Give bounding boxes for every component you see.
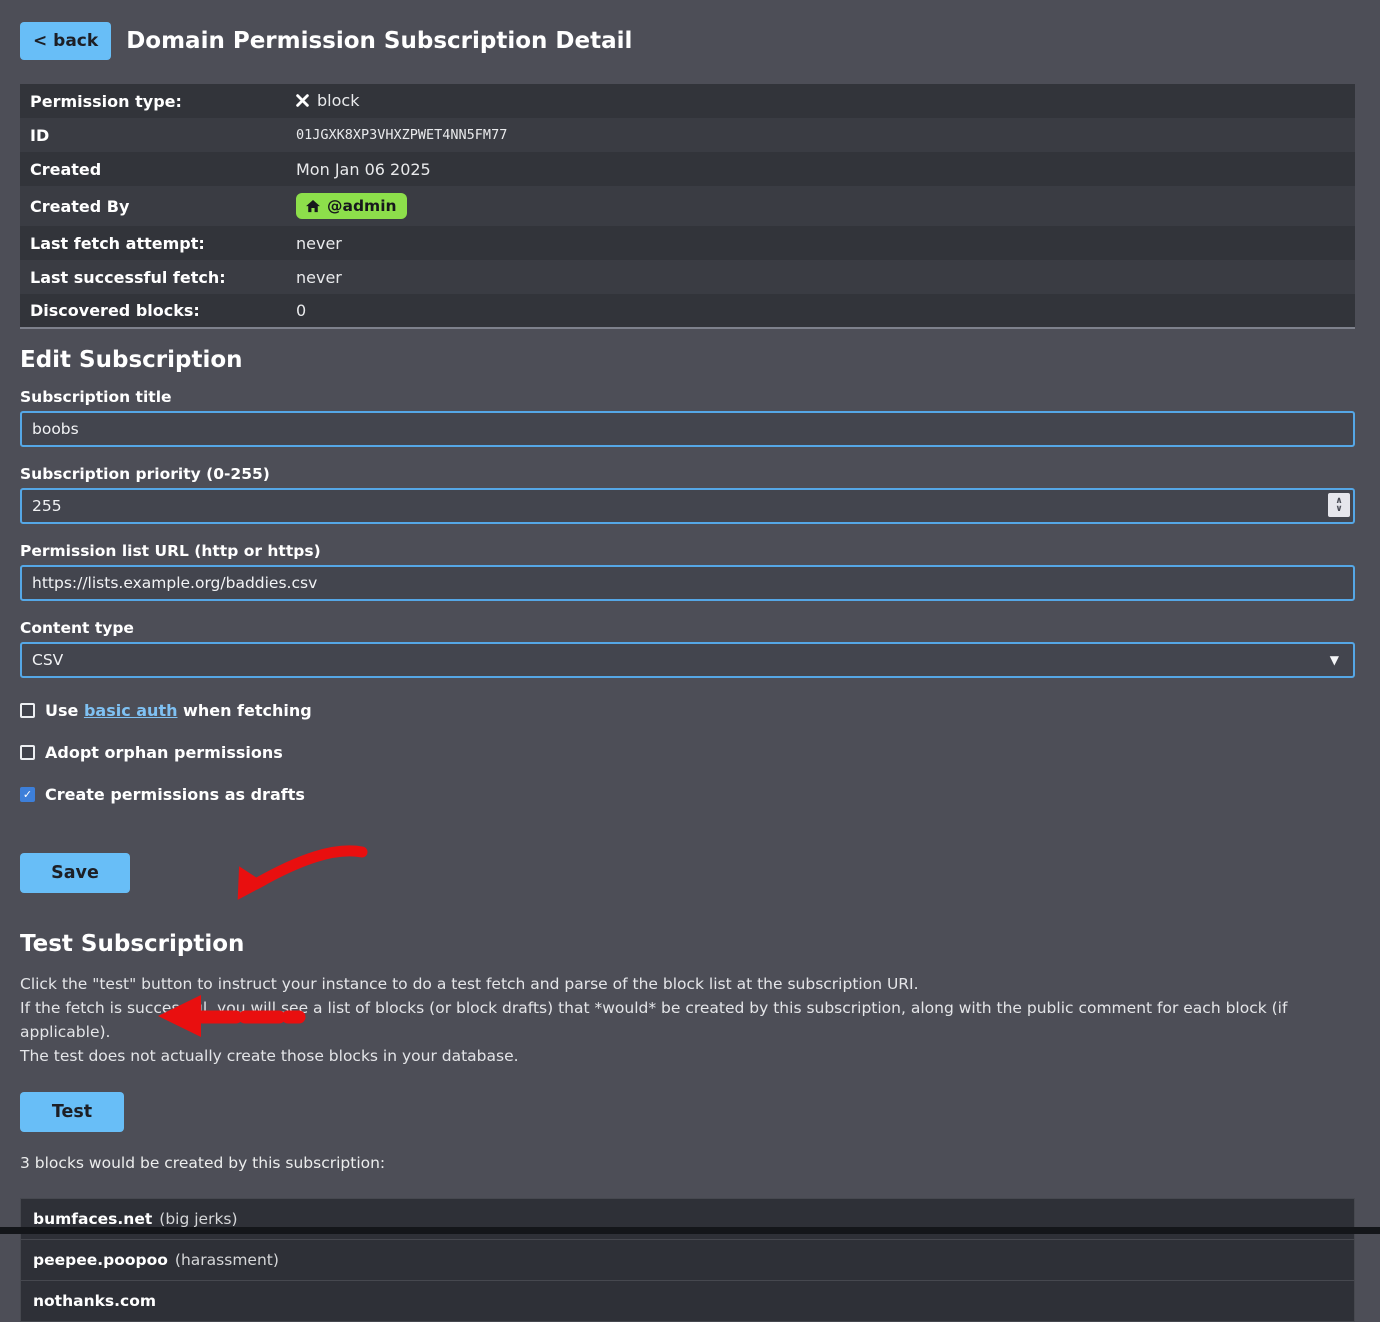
created-by-admin-badge[interactable]: @admin [296,193,407,219]
page-header: < back Domain Permission Subscription De… [20,22,1355,60]
content-type-field: Content type CSV ▼ [20,619,1355,678]
test-description-line: The test does not actually create those … [20,1044,1355,1068]
table-row: Created By @admin [20,186,1355,226]
spinner-down-icon[interactable]: ∨ [1335,505,1342,513]
table-row: Last fetch attempt: never [20,226,1355,260]
test-button[interactable]: Test [20,1092,124,1132]
subscription-info-table: Permission type: block ID 01JGXK8XP3VHXZ… [20,84,1355,329]
test-description-line: If the fetch is successful, you will see… [20,996,1355,1044]
row-label: Last successful fetch: [20,260,286,294]
block-domain: peepee.poopoo [33,1251,168,1269]
basic-auth-checkbox-label: Use basic auth when fetching [45,701,312,720]
content-type-label: Content type [20,619,1355,637]
row-label: Discovered blocks: [20,294,286,328]
edit-subscription-heading: Edit Subscription [20,347,1355,373]
created-by-username: @admin [327,197,397,215]
test-result-blocks-list: bumfaces.net (big jerks) peepee.poopoo (… [20,1198,1355,1322]
table-row: ID 01JGXK8XP3VHXZPWET4NN5FM77 [20,118,1355,152]
block-comment: (big jerks) [159,1210,237,1228]
create-drafts-checkbox-row[interactable]: ✓ Create permissions as drafts [20,785,1355,804]
block-domain: bumfaces.net [33,1210,152,1228]
subscription-title-label: Subscription title [20,388,1355,406]
subscription-title-field: Subscription title [20,388,1355,447]
test-description-line: Click the "test" button to instruct your… [20,972,1355,996]
list-item: nothanks.com [21,1281,1354,1321]
permission-list-url-field: Permission list URL (http or https) [20,542,1355,601]
adopt-orphans-checkbox-row[interactable]: Adopt orphan permissions [20,743,1355,762]
block-domain: nothanks.com [33,1292,156,1310]
row-label: Last fetch attempt: [20,226,286,260]
list-item: peepee.poopoo (harassment) [21,1240,1354,1281]
content-type-select[interactable]: CSV ▼ [20,642,1355,678]
permission-type-text: block [317,91,359,110]
number-input-spinner[interactable]: ∧∨ [1328,493,1350,517]
table-row: Permission type: block [20,84,1355,118]
adopt-orphans-checkbox-label: Adopt orphan permissions [45,743,283,762]
content-type-selected-value: CSV [32,651,63,669]
page-bottom-edge [0,1227,1380,1234]
table-row: Last successful fetch: never [20,260,1355,294]
block-x-icon [296,94,309,107]
chevron-down-icon: ▼ [1330,653,1339,667]
basic-auth-checkbox[interactable] [20,703,35,718]
back-button[interactable]: < back [20,22,111,60]
row-label: Created By [20,186,286,226]
subscription-priority-field: Subscription priority (0-255) ∧∨ [20,465,1355,524]
last-successful-fetch-value: never [286,260,1355,294]
create-drafts-checkbox[interactable]: ✓ [20,787,35,802]
subscription-priority-input[interactable] [20,488,1355,524]
test-result-summary: 3 blocks would be created by this subscr… [20,1154,1355,1172]
permission-list-url-input[interactable] [20,565,1355,601]
basic-auth-checkbox-row[interactable]: Use basic auth when fetching [20,701,1355,720]
block-comment: (harassment) [175,1251,279,1269]
row-label: ID [20,118,286,152]
test-subscription-heading: Test Subscription [20,931,1355,957]
adopt-orphans-checkbox[interactable] [20,745,35,760]
create-drafts-checkbox-label: Create permissions as drafts [45,785,305,804]
row-label: Permission type: [20,84,286,118]
discovered-blocks-value: 0 [286,294,1355,328]
last-fetch-attempt-value: never [286,226,1355,260]
created-date-value: Mon Jan 06 2025 [286,152,1355,186]
table-row: Discovered blocks: 0 [20,294,1355,328]
subscription-id-value: 01JGXK8XP3VHXZPWET4NN5FM77 [286,118,1355,152]
page-title: Domain Permission Subscription Detail [126,28,632,54]
save-button[interactable]: Save [20,853,130,893]
permission-type-value: block [296,91,359,110]
row-label: Created [20,152,286,186]
test-description: Click the "test" button to instruct your… [20,972,1355,1068]
domain-permission-subscription-detail-page: < back Domain Permission Subscription De… [0,0,1380,1322]
subscription-title-input[interactable] [20,411,1355,447]
basic-auth-link[interactable]: basic auth [84,701,178,720]
home-icon [306,200,320,213]
table-row: Created Mon Jan 06 2025 [20,152,1355,186]
permission-list-url-label: Permission list URL (http or https) [20,542,1355,560]
subscription-priority-label: Subscription priority (0-255) [20,465,1355,483]
